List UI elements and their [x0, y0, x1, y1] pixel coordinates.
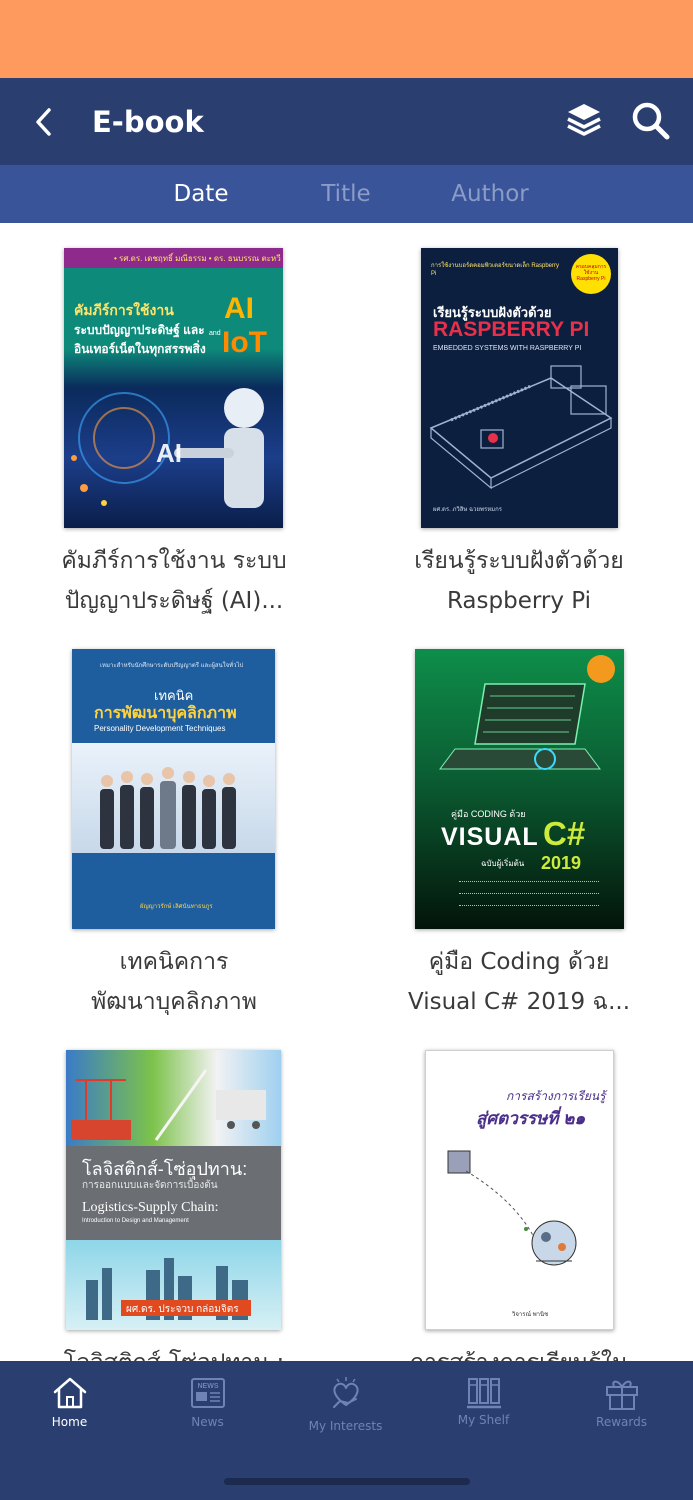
book-card[interactable]: การสร้างการเรียนรู้ สู่ศตวรรษที่ ๒๑ วิจา… [369, 1025, 669, 1361]
bookshelf-icon [466, 1378, 501, 1409]
nav-my-interests[interactable]: My Interests [276, 1361, 415, 1461]
cover-heading: อินเทอร์เน็ตในทุกสรรพสิ่ง [74, 342, 206, 356]
cover-english-title: Logistics-Supply Chain: [82, 1200, 219, 1215]
layers-button[interactable] [560, 96, 608, 144]
cover-big-text: IoT [222, 326, 267, 359]
sort-tabs: Date Title Author [0, 165, 693, 223]
book-title-line: พัฒนาบุคลิกภาพ [91, 989, 257, 1015]
cover-top-text: เหมาะสำหรับนักศึกษาระดับปริญญาตรี และผู้… [100, 663, 244, 669]
book-title-line: Visual C# 2019 ฉ... [407, 989, 631, 1015]
book-card[interactable]: • รศ.ดร. เดชฤทธิ์ มณีธรรม • ดร. ธนบรรณ ต… [24, 223, 324, 623]
nav-my-shelf[interactable]: My Shelf [414, 1361, 553, 1461]
book-title-line: โลจิสติกส์-โซ่อุปทาน : [24, 1343, 324, 1361]
gift-icon [605, 1380, 638, 1410]
nav-label: Rewards [596, 1415, 647, 1429]
news-icon: NEWS [190, 1378, 225, 1408]
cover-ai-text: AI [156, 438, 182, 468]
tab-date[interactable]: Date [141, 165, 261, 223]
cover-heading: ระบบปัญญาประดิษฐ์ และ [74, 323, 205, 337]
cover-author: ผศ.ดร. ภวิสิษ ฉวยพรหมกร [433, 507, 502, 513]
book-cover[interactable]: คู่มือ CODING ด้วย VISUAL C# 2019 ฉบับผู… [415, 649, 624, 929]
cover-big-text: AI [224, 292, 254, 325]
logistics-illustration [71, 1069, 266, 1141]
nav-label: My Interests [308, 1419, 383, 1433]
cover-heading: สู่ศตวรรษที่ ๒๑ [476, 1109, 586, 1128]
cover-badge-text: ครอบคลุมการใช้งาน Raspberry Pi [575, 264, 607, 282]
home-icon [53, 1377, 86, 1409]
cover-year: 2019 [541, 853, 582, 873]
people-illustration [100, 767, 236, 849]
book-title-line: Raspberry Pi [446, 588, 592, 614]
cover-top-text: การใช้งานบอร์ดคอมพิวเตอร์ขนาดเล็ก Raspbe… [431, 263, 560, 277]
page-title: E-book [92, 105, 204, 139]
svg-text:NEWS: NEWS [197, 1383, 218, 1390]
book-card[interactable]: การใช้งานบอร์ดคอมพิวเตอร์ขนาดเล็ก Raspbe… [369, 223, 669, 623]
laptop-illustration [439, 683, 601, 770]
book-card[interactable]: เหมาะสำหรับนักศึกษาระดับปริญญาตรี และผู้… [24, 624, 324, 1024]
cover-big-text: RASPBERRY PI [433, 318, 590, 341]
book-grid: • รศ.ดร. เดชฤทธิ์ มณีธรรม • ดร. ธนบรรณ ต… [0, 223, 693, 1361]
book-cover[interactable]: โลจิสติกส์-โซ่อุปทาน: การออกแบบและจัดการ… [66, 1050, 281, 1330]
book-cover[interactable]: การใช้งานบอร์ดคอมพิวเตอร์ขนาดเล็ก Raspbe… [421, 248, 618, 528]
book-cover[interactable]: การสร้างการเรียนรู้ สู่ศตวรรษที่ ๒๑ วิจา… [425, 1050, 614, 1330]
cover-bullet-lines [459, 893, 599, 897]
cover-author: ผัญญาวรักษ์ เลิศนันทาธนกูร [140, 904, 213, 910]
nav-rewards[interactable]: Rewards [552, 1361, 691, 1461]
layers-icon [567, 104, 601, 136]
cover-author: ผศ.ดร. ประจวบ กล่อมจิตร [126, 1304, 239, 1315]
cover-author: วิจารณ์ พานิช [512, 1312, 549, 1318]
book-cover[interactable]: เหมาะสำหรับนักศึกษาระดับปริญญาตรี และผู้… [72, 649, 275, 929]
book-title-line: เรียนรู้ระบบฝังตัวด้วย [414, 548, 624, 574]
cover-heading: การสร้างการเรียนรู้ [506, 1089, 606, 1103]
cover-big-text: VISUAL [441, 823, 539, 851]
board-illustration [429, 365, 613, 490]
nav-news[interactable]: NEWS News [138, 1361, 277, 1461]
cover-subtitle: EMBEDDED SYSTEMS WITH RASPBERRY PI [433, 345, 582, 352]
tab-author[interactable]: Author [430, 165, 550, 223]
home-indicator [224, 1478, 470, 1485]
app-header: E-book [0, 78, 693, 165]
book-title-line: ปัญญาประดิษฐ์ (AI)... [64, 588, 284, 614]
cover-bullet-lines [459, 881, 599, 885]
nav-label: News [191, 1415, 224, 1429]
cover-heading: การออกแบบและจัดการเบื้องต้น [82, 1180, 218, 1191]
nav-label: Home [51, 1415, 88, 1429]
cover-and-text: and [209, 330, 221, 337]
cover-english-subtitle: Introduction to Design and Management [82, 1218, 189, 1224]
book-title-line: การสร้างการเรียนรู้ใน [369, 1343, 669, 1361]
cover-heading: คัมภีร์การใช้งาน [74, 302, 174, 318]
nav-label: My Shelf [457, 1413, 510, 1427]
nav-home[interactable]: Home [0, 1361, 139, 1461]
book-title-line: เทคนิคการ [119, 949, 229, 975]
book-title-line: คัมภีร์การใช้งาน ระบบ [61, 548, 287, 574]
search-icon [632, 102, 670, 140]
cover-small-text: คู่มือ CODING ด้วย [451, 809, 526, 819]
book-cover[interactable]: • รศ.ดร. เดชฤทธิ์ มณีธรรม • ดร. ธนบรรณ ต… [64, 248, 283, 528]
book-card[interactable]: โลจิสติกส์-โซ่อุปทาน: การออกแบบและจัดการ… [24, 1025, 324, 1361]
book-title-line: คู่มือ Coding ด้วย [428, 949, 610, 975]
cover-big-text: C# [543, 815, 586, 852]
tab-title[interactable]: Title [286, 165, 406, 223]
cover-authors: • รศ.ดร. เดชฤทธิ์ มณีธรรม • ดร. ธนบรรณ ต… [114, 254, 281, 263]
cover-edition: ฉบับผู้เริ่มต้น [481, 859, 525, 868]
cover-heading: การพัฒนาบุคลิกภาพ [94, 705, 237, 722]
book-card[interactable]: คู่มือ CODING ด้วย VISUAL C# 2019 ฉบับผู… [369, 624, 669, 1024]
chevron-left-icon [36, 108, 51, 136]
heart-hand-icon [332, 1377, 359, 1408]
space-illustration [447, 1150, 577, 1266]
cover-bullet-lines [459, 905, 599, 909]
city-illustration [86, 1258, 248, 1320]
cover-bottom-band [72, 853, 275, 929]
cover-subtitle: Personality Development Techniques [94, 724, 226, 733]
search-button[interactable] [626, 96, 676, 146]
back-button[interactable] [22, 100, 66, 144]
status-bar [0, 0, 693, 78]
